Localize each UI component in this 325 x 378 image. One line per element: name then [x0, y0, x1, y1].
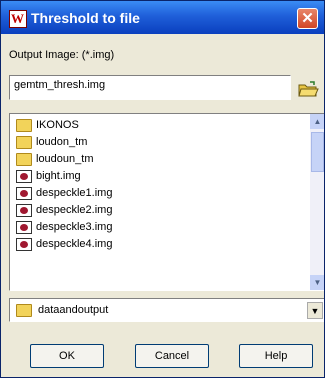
- file-list-item[interactable]: loudon_tm: [14, 134, 324, 151]
- file-list[interactable]: IKONOS loudon_tm loudoun_tm bight.img despec…: [9, 113, 324, 291]
- ok-button[interactable]: OK: [30, 344, 104, 368]
- image-file-icon: [16, 204, 32, 217]
- file-list-item-label: despeckle3.img: [36, 221, 113, 233]
- title-bar[interactable]: W Threshold to file ✕: [1, 1, 324, 34]
- output-filename-field[interactable]: [9, 75, 291, 100]
- scroll-down-arrow-icon[interactable]: ▼: [310, 275, 324, 290]
- image-file-icon: [16, 221, 32, 234]
- folder-icon: [16, 153, 32, 166]
- output-image-label: Output Image: (*.img): [9, 49, 115, 61]
- scroll-up-arrow-icon[interactable]: ▲: [310, 114, 324, 129]
- file-list-item-label: loudoun_tm: [36, 153, 94, 165]
- open-folder-icon: [298, 81, 319, 97]
- close-icon: ✕: [301, 10, 314, 27]
- file-list-item-label: despeckle2.img: [36, 204, 113, 216]
- close-button[interactable]: ✕: [297, 8, 318, 29]
- folder-icon: [16, 136, 32, 149]
- file-list-items: IKONOS loudon_tm loudoun_tm bight.img despec…: [10, 114, 324, 253]
- file-list-item[interactable]: despeckle2.img: [14, 202, 324, 219]
- cancel-button[interactable]: Cancel: [135, 344, 209, 368]
- folder-icon: [16, 304, 32, 317]
- file-list-item-label: IKONOS: [36, 119, 79, 131]
- scroll-thumb[interactable]: [311, 132, 324, 172]
- window-title: Threshold to file: [31, 10, 140, 26]
- folder-icon: [16, 119, 32, 132]
- file-list-scrollbar[interactable]: ▲ ▼: [310, 114, 324, 290]
- directory-value: dataandoutput: [38, 304, 109, 316]
- file-list-item-label: despeckle4.img: [36, 238, 113, 250]
- file-list-item[interactable]: despeckle4.img: [14, 236, 324, 253]
- file-list-item[interactable]: despeckle3.img: [14, 219, 324, 236]
- image-file-icon: [16, 187, 32, 200]
- image-file-icon: [16, 170, 32, 183]
- help-button[interactable]: Help: [239, 344, 313, 368]
- file-list-item-label: bight.img: [36, 170, 81, 182]
- threshold-dialog: W Threshold to file ✕ Output Image: (*.i…: [0, 0, 325, 378]
- file-list-item-label: loudon_tm: [36, 136, 88, 148]
- file-list-item[interactable]: loudoun_tm: [14, 151, 324, 168]
- app-icon: W: [9, 10, 27, 28]
- app-icon-letter: W: [11, 11, 24, 26]
- browse-folder-button[interactable]: [297, 79, 319, 99]
- directory-combobox[interactable]: dataandoutput ▼: [9, 298, 324, 322]
- dropdown-arrow-icon[interactable]: ▼: [307, 302, 323, 319]
- file-list-item[interactable]: despeckle1.img: [14, 185, 324, 202]
- output-filename-input[interactable]: [10, 76, 288, 94]
- file-list-item-label: despeckle1.img: [36, 187, 113, 199]
- file-list-item[interactable]: bight.img: [14, 168, 324, 185]
- image-file-icon: [16, 238, 32, 251]
- file-list-item[interactable]: IKONOS: [14, 117, 324, 134]
